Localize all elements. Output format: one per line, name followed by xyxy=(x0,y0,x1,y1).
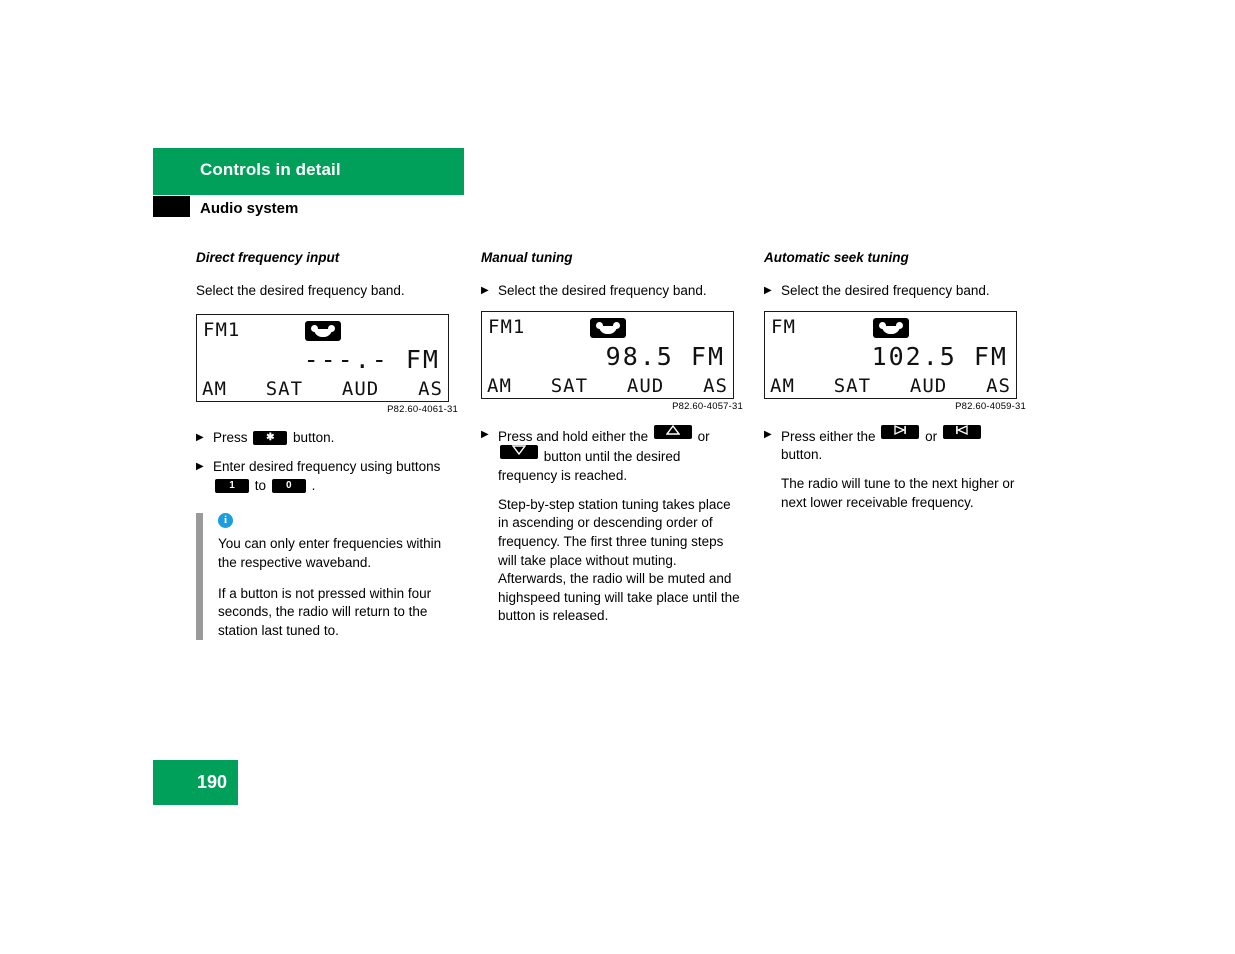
step-text-mid: or xyxy=(697,428,710,444)
softkey-sat: SAT xyxy=(265,378,304,401)
display-band-label: FM xyxy=(771,315,796,338)
digit-key-0[interactable]: 0 xyxy=(271,478,306,493)
bullet-triangle-icon: ▶ xyxy=(764,285,772,297)
page-title: Controls in detail xyxy=(200,160,341,179)
page-header-band: Controls in detail xyxy=(153,148,464,195)
step-text-pre: Press either the xyxy=(781,428,876,444)
bullet-triangle-icon: ▶ xyxy=(196,461,204,473)
display-frequency: 102.5 FM xyxy=(871,341,1008,371)
display-softkeys: AM SAT AUD AS xyxy=(770,375,1011,397)
digit-key-1[interactable]: 1 xyxy=(215,478,249,493)
figure-caption: P82.60-4057-31 xyxy=(672,400,743,412)
softkey-sat: SAT xyxy=(833,374,872,397)
column-title: Direct frequency input xyxy=(196,250,340,265)
column-intro-text: Select the desired frequency band. xyxy=(196,283,405,299)
step-item: ▶ Press either the or button. xyxy=(764,424,1026,465)
note-side-bar xyxy=(196,513,203,641)
column-manual-tuning: Manual tuning ▶ Select the desired frequ… xyxy=(481,250,743,638)
intro-step-item: ▶ Select the desired frequency band. xyxy=(481,282,743,301)
star-key[interactable]: ✱ xyxy=(253,431,288,446)
display-band-label: FM1 xyxy=(203,319,241,342)
step-text-mid: or xyxy=(925,428,938,444)
seek-forward-key[interactable] xyxy=(881,424,920,439)
step-text-pre: Enter desired frequency using buttons xyxy=(213,459,441,475)
radio-display: FM1 98.5 FM AM SAT AUD AS xyxy=(481,310,734,399)
body-paragraph: Step-by-step station tuning takes place … xyxy=(498,496,740,624)
step-text-mid: to xyxy=(254,477,267,493)
column-title: Manual tuning xyxy=(481,250,573,265)
softkey-as: AS xyxy=(986,374,1011,397)
softkey-sat: SAT xyxy=(550,374,589,397)
step-text-post: . xyxy=(311,477,316,493)
cassette-icon xyxy=(872,317,909,338)
tune-down-key[interactable] xyxy=(500,445,538,460)
bullet-triangle-icon: ▶ xyxy=(481,428,489,440)
bullet-triangle-icon: ▶ xyxy=(764,428,772,440)
note-paragraph: If a button is not pressed within four s… xyxy=(218,585,432,638)
step-text-pre: Press and hold either the xyxy=(498,428,649,444)
body-paragraph: The radio will tune to the next higher o… xyxy=(781,476,1015,510)
radio-display: FM 102.5 FM AM SAT AUD AS xyxy=(764,310,1017,399)
column-title: Automatic seek tuning xyxy=(764,250,909,265)
tune-up-key[interactable] xyxy=(653,424,692,439)
column-direct-frequency-input: Direct frequency input Select the desire… xyxy=(196,250,458,652)
step-text-post: button. xyxy=(781,447,823,463)
softkey-as: AS xyxy=(703,374,728,397)
step-item: ▶ Enter desired frequency using buttons … xyxy=(196,458,458,495)
page-number-box: 190 xyxy=(153,760,238,805)
softkey-aud: AUD xyxy=(909,374,948,397)
display-softkeys: AM SAT AUD AS xyxy=(487,375,728,397)
step-text-post: button. xyxy=(293,430,335,446)
step-item: ▶ Press ✱ button. xyxy=(196,429,458,448)
radio-display: FM1 ---.- FM AM SAT AUD AS xyxy=(196,314,449,403)
intro-step-item: ▶ Select the desired frequency band. xyxy=(764,282,1026,301)
softkey-am: AM xyxy=(487,374,512,397)
cassette-icon xyxy=(589,317,626,338)
info-icon: i xyxy=(218,513,233,529)
column-intro-text: Select the desired frequency band. xyxy=(781,283,990,299)
section-title: Audio system xyxy=(200,200,299,217)
step-text-pre: Press xyxy=(213,430,248,446)
display-softkeys: AM SAT AUD AS xyxy=(202,378,443,400)
bullet-triangle-icon: ▶ xyxy=(196,432,204,444)
display-frequency: ---.- FM xyxy=(303,345,440,375)
softkey-aud: AUD xyxy=(341,378,380,401)
cassette-icon xyxy=(304,321,341,342)
info-note: i You can only enter frequencies within … xyxy=(196,513,458,641)
step-item: ▶ Press and hold either the or button un… xyxy=(481,424,743,486)
column-intro-text: Select the desired frequency band. xyxy=(498,283,707,299)
display-band-label: FM1 xyxy=(488,315,526,338)
column-automatic-seek-tuning: Automatic seek tuning ▶ Select the desir… xyxy=(764,250,1026,524)
page-number: 190 xyxy=(196,772,227,792)
softkey-am: AM xyxy=(202,378,227,401)
note-paragraph: You can only enter frequencies within th… xyxy=(218,536,442,570)
display-frequency: 98.5 FM xyxy=(605,341,725,371)
figure-caption: P82.60-4059-31 xyxy=(955,400,1026,412)
softkey-as: AS xyxy=(418,378,443,401)
figure-caption: P82.60-4061-31 xyxy=(387,404,458,416)
softkey-aud: AUD xyxy=(626,374,665,397)
seek-back-key[interactable] xyxy=(942,424,981,439)
section-marker-square xyxy=(153,196,190,217)
bullet-triangle-icon: ▶ xyxy=(481,285,489,297)
softkey-am: AM xyxy=(770,374,795,397)
